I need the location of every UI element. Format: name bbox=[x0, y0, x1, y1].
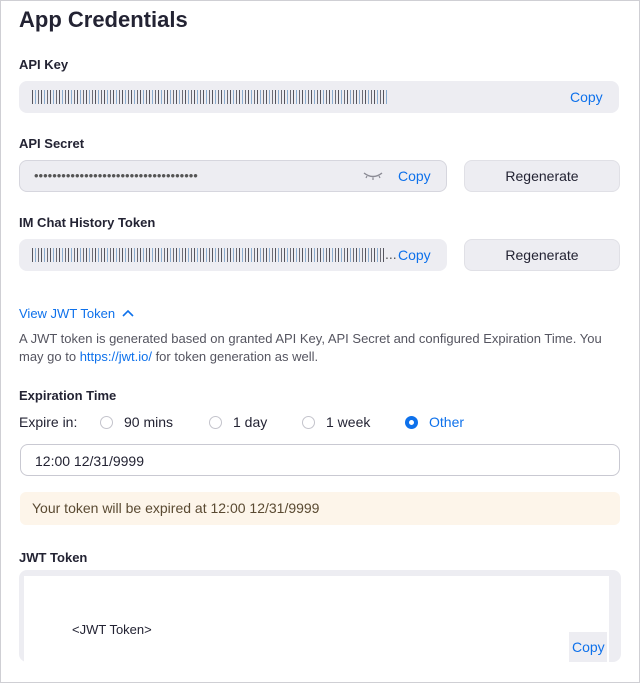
radio-1-day-label[interactable]: 1 day bbox=[233, 414, 267, 430]
page-title: App Credentials bbox=[19, 7, 188, 32]
im-token-value bbox=[32, 248, 385, 262]
jwt-token-field[interactable]: <JWT Token> Copy bbox=[19, 570, 621, 662]
api-secret-regenerate-button[interactable]: Regenerate bbox=[464, 160, 620, 192]
radio-90-mins-label[interactable]: 90 mins bbox=[124, 414, 173, 430]
radio-other-label[interactable]: Other bbox=[429, 414, 464, 430]
api-key-masked-glyphs bbox=[32, 90, 387, 104]
api-key-copy-button[interactable]: Copy bbox=[570, 89, 603, 105]
expiration-datetime-input[interactable]: 12:00 12/31/9999 bbox=[20, 444, 620, 476]
api-key-field[interactable]: Copy bbox=[19, 81, 619, 113]
jwt-token-copy-button[interactable]: Copy bbox=[572, 639, 605, 655]
jwt-token-label: JWT Token bbox=[19, 550, 88, 565]
im-token-regenerate-button[interactable]: Regenerate bbox=[464, 239, 620, 271]
expiration-datetime-value: 12:00 12/31/9999 bbox=[35, 453, 144, 469]
im-token-copy-button[interactable]: Copy bbox=[398, 247, 431, 263]
expiration-notice-text: Your token will be expired at 12:00 12/3… bbox=[32, 500, 320, 516]
api-key-value bbox=[32, 90, 392, 104]
jwt-token-value: <JWT Token> bbox=[72, 622, 152, 637]
expiration-time-label: Expiration Time bbox=[19, 388, 117, 403]
expiration-notice: Your token will be expired at 12:00 12/3… bbox=[20, 492, 620, 525]
api-key-label: API Key bbox=[19, 57, 69, 72]
view-jwt-token-toggle[interactable]: View JWT Token bbox=[19, 306, 134, 321]
im-token-label: IM Chat History Token bbox=[19, 215, 156, 230]
im-token-ellipsis: ... bbox=[385, 246, 397, 262]
jwt-description: A JWT token is generated based on grante… bbox=[19, 330, 624, 366]
api-secret-label: API Secret bbox=[19, 136, 85, 151]
radio-other[interactable] bbox=[405, 416, 418, 429]
jwt-token-textarea[interactable]: <JWT Token> bbox=[24, 576, 609, 662]
im-token-field[interactable]: ... Copy bbox=[19, 239, 447, 271]
radio-90-mins[interactable] bbox=[100, 416, 113, 429]
api-secret-copy-button[interactable]: Copy bbox=[398, 168, 431, 184]
chevron-up-icon bbox=[122, 309, 134, 317]
api-secret-field[interactable]: •••••••••••••••••••••••••••••••••••• Cop… bbox=[19, 160, 447, 192]
expire-in-label: Expire in: bbox=[19, 414, 78, 430]
radio-1-day[interactable] bbox=[209, 416, 222, 429]
jwt-description-text-end: for token generation as well. bbox=[151, 349, 319, 364]
jwt-io-link[interactable]: https://jwt.io/ bbox=[80, 349, 152, 364]
eye-closed-icon[interactable] bbox=[363, 171, 383, 181]
view-jwt-token-label: View JWT Token bbox=[19, 306, 116, 321]
radio-1-week-label[interactable]: 1 week bbox=[326, 414, 370, 430]
radio-1-week[interactable] bbox=[302, 416, 315, 429]
im-token-masked-glyphs bbox=[32, 248, 385, 262]
app-credentials-panel: App Credentials API Key Copy API Secret … bbox=[0, 0, 640, 683]
api-secret-value: •••••••••••••••••••••••••••••••••••• bbox=[34, 168, 198, 183]
